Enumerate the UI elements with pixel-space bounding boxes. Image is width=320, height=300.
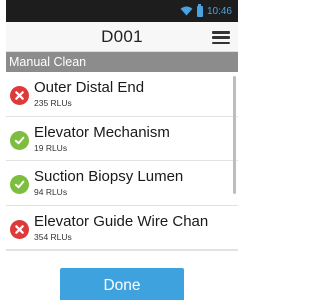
app-header: D001 [6,22,238,52]
item-rlu: 354 RLUs [34,231,72,242]
item-rlu: 94 RLUs [34,187,68,198]
list-item[interactable]: Outer Distal End 235 RLUs [6,72,238,117]
device-screen: 10:46 D001 Manual Clean Outer Distal End… [6,0,238,300]
item-name: Elevator Mechanism [34,123,170,141]
fail-x-icon [10,86,29,106]
list-item[interactable]: Suction Biopsy Lumen 94 RLUs [6,161,238,206]
scrollbar[interactable] [233,76,236,194]
pass-check-icon [10,130,29,150]
fail-x-icon [10,219,29,239]
item-name: Suction Biopsy Lumen [34,168,184,186]
page-title: D001 [101,26,143,46]
battery-icon [196,3,203,17]
hamburger-menu-icon[interactable] [212,31,230,44]
item-rlu: 19 RLUs [34,142,68,153]
status-bar: 10:46 [6,0,238,22]
item-name: Outer Distal End [34,79,145,97]
section-label: Manual Clean [9,55,87,69]
item-name: Elevator Guide Wire Chan [34,212,209,230]
pass-check-icon [10,175,29,195]
list-item[interactable]: Elevator Guide Wire Chan 354 RLUs [6,206,238,250]
list-item[interactable]: Elevator Mechanism 19 RLUs [6,117,238,161]
done-button[interactable]: Done [60,268,184,300]
section-header: Manual Clean [6,52,238,72]
footer: Done [6,250,238,300]
item-rlu: 235 RLUs [34,98,72,109]
result-list: Outer Distal End 235 RLUs Elevator Mecha… [6,72,238,250]
status-time: 10:46 [206,5,232,17]
wifi-icon [180,6,193,16]
